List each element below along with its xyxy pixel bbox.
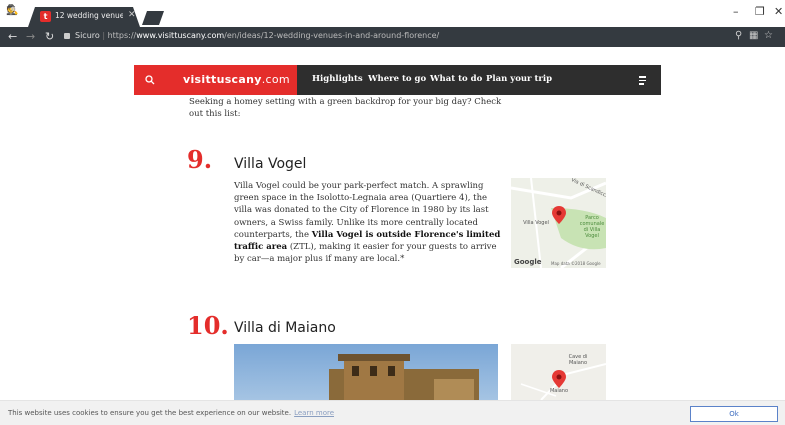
venue-number: 10. [187,311,229,340]
incognito-icon: 🕵 [6,5,19,16]
villa-tower-image [329,354,479,404]
search-icon [145,75,155,85]
map-pin-icon [552,370,566,388]
maximize-icon[interactable]: ❐ [755,5,765,18]
browser-toolbar: ← → ↻ Sicuro | https://www.visittuscany.… [0,27,785,47]
map-pin-icon [552,206,566,224]
search-button[interactable] [134,65,166,95]
map-attribution: Map data ©2018 Google [551,261,601,266]
nav-highlights[interactable]: Highlights [312,74,363,84]
new-tab-button[interactable] [142,11,164,25]
url-scheme: https:// [107,31,137,40]
nav-where-to-go[interactable]: Where to go [368,74,426,84]
zoom-icon[interactable]: ⚲ [735,30,742,41]
map-pin-label: Maiano [549,388,569,394]
logo-link[interactable]: visittuscany.com [166,65,297,95]
venue-title: Villa di Maiano [234,320,336,336]
venue-photo [234,344,498,404]
window-close-icon[interactable]: ✕ [774,5,783,18]
nav-what-to-do[interactable]: What to do [430,74,482,84]
cookie-text: This website uses cookies to ensure you … [8,409,335,417]
forward-icon[interactable]: → [26,30,35,43]
tab-title: 12 wedding venues in an [55,11,123,20]
venue-map[interactable]: Via di Scandicci Parco comunale di Villa… [511,178,606,268]
cookie-banner: This website uses cookies to ensure you … [0,400,785,425]
translate-icon[interactable]: ▦ [749,30,758,41]
browser-tab[interactable]: t 12 wedding venues in an ✕ [28,7,140,27]
menu-icon[interactable] [639,76,646,87]
venue-title: Villa Vogel [234,156,307,172]
venue-number: 9. [187,145,213,174]
site-header: visittuscany.com Highlights Where to go … [134,65,661,95]
secure-label: Sicuro [75,31,100,40]
article-intro: Seeking a homey setting with a green bac… [189,97,502,119]
map-place-label: Cave di Maiano [568,354,588,366]
tab-favicon: t [40,11,51,22]
close-icon[interactable]: ✕ [128,10,136,20]
minimize-icon[interactable]: – [733,5,739,18]
venue-map[interactable]: Cave di Maiano Maiano [511,344,606,400]
map-pin-label: Villa Vogel [523,220,549,226]
site-logo: visittuscany.com [183,73,290,86]
cookie-ok-button[interactable]: Ok [690,406,778,422]
reload-icon[interactable]: ↻ [45,30,54,43]
url-path: /en/ideas/12-wedding-venues-in-and-aroun… [224,31,440,40]
lock-icon [64,33,70,39]
star-icon[interactable]: ☆ [764,30,773,41]
url-host: www.visittuscany.com [136,31,225,40]
address-bar[interactable]: Sicuro | https://www.visittuscany.com/en… [75,31,439,40]
nav-plan-your-trip[interactable]: Plan your trip [486,74,552,84]
learn-more-link[interactable]: Learn more [294,409,334,417]
back-icon[interactable]: ← [8,30,17,43]
map-park-label: Parco comunale di Villa Vogel [579,215,605,239]
google-logo: Google [514,258,542,266]
venue-description: Villa Vogel could be your park-perfect m… [234,181,501,265]
browser-tabstrip: 🕵 t 12 wedding venues in an ✕ – ❐ ✕ [0,0,785,27]
